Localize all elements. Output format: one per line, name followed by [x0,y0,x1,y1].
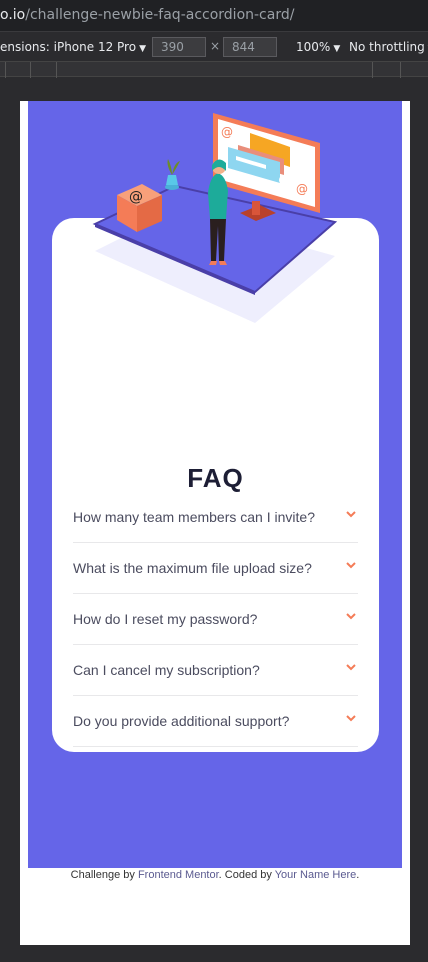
device-viewport: FAQ How many team members can I invite? … [20,101,410,945]
device-toolbar: ensions: iPhone 12 Pro ▼ 390 × 844 100% ▼ … [0,33,428,61]
faq-question[interactable]: What is the maximum file upload size? [73,560,312,576]
browser-url-bar[interactable]: o.io/challenge-newbie-faq-accordion-card… [0,0,428,32]
url-text[interactable]: o.io/challenge-newbie-faq-accordion-card… [0,7,294,23]
author-link[interactable]: Your Name Here [275,869,357,881]
chevron-down-icon[interactable] [344,609,358,623]
svg-text:@: @ [296,182,308,196]
faq-item[interactable]: What is the maximum file upload size? [73,543,358,594]
hero-illustration: @ @ @ [92,113,338,323]
svg-text:@: @ [129,189,143,205]
faq-question[interactable]: How many team members can I invite? [73,509,315,525]
plant-icon [165,159,180,190]
chevron-down-icon[interactable] [344,558,358,572]
faq-question[interactable]: Can I cancel my subscription? [73,662,260,678]
faq-item[interactable]: Do you provide additional support? [73,696,358,747]
faq-item[interactable]: Can I cancel my subscription? [73,645,358,696]
url-path: /challenge-newbie-faq-accordion-card/ [25,7,295,23]
media-query-bar[interactable] [0,61,428,78]
throttling-select[interactable]: No throttling▼ [349,40,428,54]
url-domain: o.io [0,7,26,23]
times-separator: × [210,39,221,53]
faq-question[interactable]: Do you provide additional support? [73,713,289,729]
zoom-select[interactable]: 100% ▼ [296,40,340,54]
page-title: FAQ [187,463,244,493]
footer-middle: . Coded by [218,869,275,881]
faq-item[interactable]: How many team members can I invite? [73,492,358,543]
chevron-down-icon[interactable] [344,660,358,674]
faq-question[interactable]: How do I reset my password? [73,611,257,627]
attribution-footer: Challenge by Frontend Mentor. Coded by Y… [20,869,410,881]
faq-item[interactable]: How do I reset my password? [73,594,358,645]
height-input[interactable]: 844 [223,37,277,57]
chevron-down-icon: ▼ [333,44,341,54]
faq-list: How many team members can I invite? What… [73,492,358,747]
chevron-down-icon[interactable] [344,711,358,725]
svg-text:@: @ [221,125,233,139]
footer-suffix: . [356,869,360,881]
footer-prefix: Challenge by [70,869,138,881]
chevron-down-icon[interactable] [344,507,358,521]
device-select[interactable]: ensions: iPhone 12 Pro ▼ [0,40,146,54]
frontend-mentor-link[interactable]: Frontend Mentor [138,869,219,881]
chevron-down-icon: ▼ [139,44,146,54]
width-input[interactable]: 390 [152,37,206,57]
